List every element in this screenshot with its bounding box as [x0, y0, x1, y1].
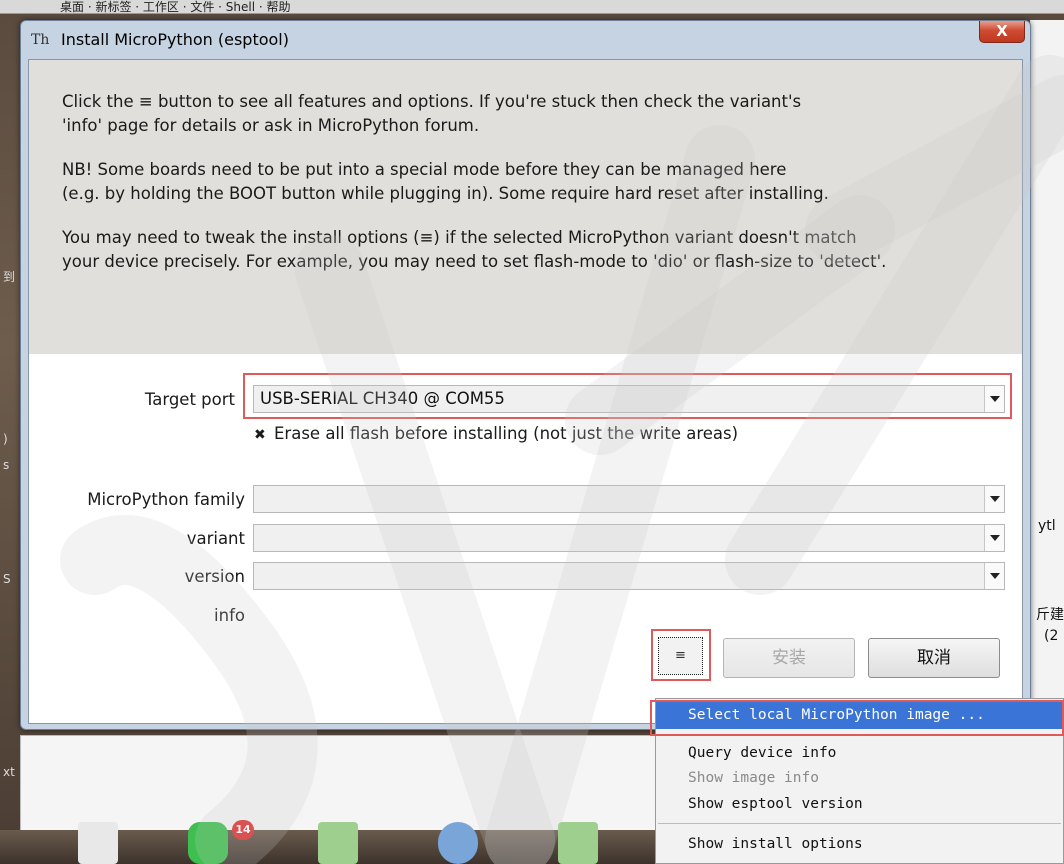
notification-badge: 14 — [232, 820, 254, 840]
background-text: S — [3, 572, 11, 586]
background-text: ytl — [1038, 518, 1056, 534]
variant-select[interactable] — [253, 524, 1005, 552]
taskbar-app-icon[interactable] — [188, 822, 228, 864]
version-label: version — [184, 567, 245, 586]
dialog-titlebar[interactable]: Th Install MicroPython (esptool) X — [21, 21, 1030, 59]
background-window-menubar: 桌面 · 新标签 · 工作区 · 文件 · Shell · 帮助 — [0, 0, 1064, 14]
install-micropython-dialog: Th Install MicroPython (esptool) X Click… — [20, 20, 1031, 730]
close-icon: X — [996, 22, 1008, 40]
background-text: (2 — [1044, 628, 1059, 644]
cancel-button[interactable]: 取消 — [868, 638, 1000, 678]
dialog-title: Install MicroPython (esptool) — [61, 30, 289, 49]
intro-paragraph: NB! Some boards need to be put into a sp… — [62, 160, 829, 203]
install-button[interactable]: 安装 — [723, 638, 855, 678]
background-text: xt — [3, 765, 15, 779]
erase-flash-label: Erase all flash before installing (not j… — [274, 424, 739, 443]
select-image-highlight — [650, 700, 1064, 736]
menu-item-show-install-options[interactable]: Show install options — [688, 836, 863, 852]
version-select[interactable] — [253, 562, 1005, 590]
menu-item-show-esptool-version[interactable]: Show esptool version — [688, 796, 863, 812]
options-menu-highlight — [651, 629, 711, 681]
background-text: 斤建 — [1036, 607, 1064, 623]
family-select[interactable] — [253, 485, 1005, 513]
intro-paragraph: Click the ≡ button to see all features a… — [62, 92, 802, 135]
erase-flash-checkbox[interactable]: ✖ Erase all flash before installing (not … — [254, 424, 738, 443]
family-label: MicroPython family — [87, 490, 245, 509]
intro-paragraph: You may need to tweak the install option… — [62, 228, 887, 271]
taskbar-document-icon[interactable] — [78, 822, 118, 864]
intro-panel: Click the ≡ button to see all features a… — [29, 60, 1022, 354]
checkbox-checked-icon[interactable]: ✖ — [254, 427, 268, 443]
target-port-highlight — [243, 373, 1012, 419]
dialog-content: Click the ≡ button to see all features a… — [28, 59, 1023, 724]
background-text: ) — [3, 432, 8, 446]
taskbar-app-icon[interactable] — [438, 822, 478, 864]
target-port-label: Target port — [144, 390, 235, 409]
background-window-lower — [20, 735, 662, 832]
close-button[interactable]: X — [979, 21, 1025, 43]
menu-separator — [658, 823, 1061, 824]
background-text: 到 — [3, 270, 16, 284]
background-text: s — [3, 458, 10, 472]
chevron-down-icon — [984, 486, 1004, 512]
thonny-app-icon: Th — [31, 32, 50, 48]
menu-item-show-image-info: Show image info — [688, 770, 819, 786]
variant-label: variant — [186, 529, 245, 548]
chevron-down-icon — [984, 563, 1004, 589]
taskbar-document-icon[interactable] — [558, 822, 598, 864]
taskbar-document-icon[interactable] — [318, 822, 358, 864]
menu-item-query-device-info[interactable]: Query device info — [688, 745, 836, 761]
chevron-down-icon — [984, 525, 1004, 551]
info-label: info — [214, 606, 245, 625]
